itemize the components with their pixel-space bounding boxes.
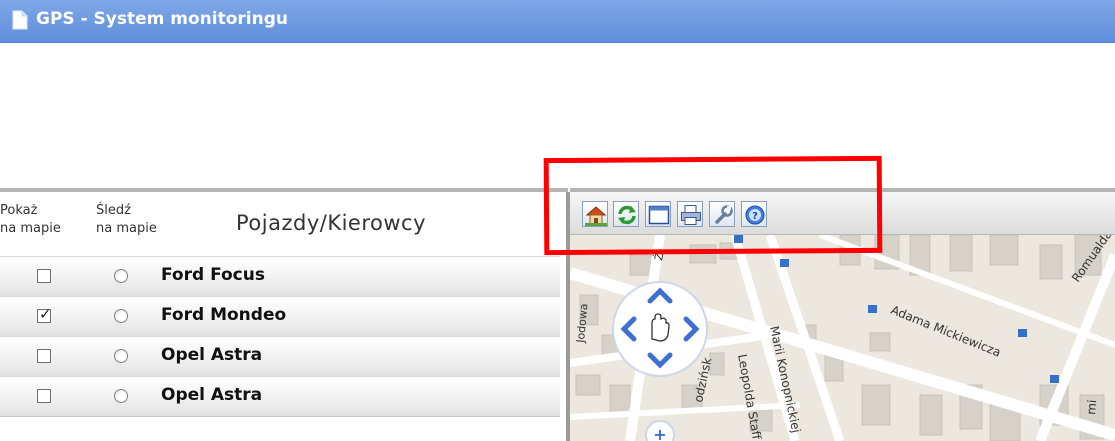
pan-control[interactable] [612,281,708,377]
header-vehicles-drivers: Pojazdy/Kierowcy [236,211,427,235]
vehicle-row: Ford Focus [0,256,560,297]
show-on-map-checkbox[interactable] [37,349,51,363]
map-view[interactable]: Adama Mickiewicza Marii Konopnickiej Leo… [570,235,1115,441]
vehicle-table-header: Pokaż na mapie Śledź na mapie Pojazdy/Ki… [0,192,568,256]
vehicle-row: Opel Astra [0,376,560,417]
vehicle-name[interactable]: Ford Focus [161,265,265,285]
zoom-in-button[interactable]: + [645,420,675,441]
vehicle-panel: Pokaż na mapie Śledź na mapie Pojazdy/Ki… [0,192,568,441]
track-on-map-radio[interactable] [114,309,128,323]
show-on-map-checkbox[interactable] [37,269,51,283]
header-track-on-map: Śledź na mapie [96,202,157,238]
window-title: GPS - System monitoringu [36,9,288,29]
show-on-map-checkbox[interactable] [37,389,51,403]
zoom-in-label: + [653,425,666,441]
title-bar: GPS - System monitoringu [0,0,1115,43]
show-on-map-checkbox[interactable]: ✓ [37,305,52,323]
vehicle-row: Opel Astra [0,336,560,377]
header-show-text: Pokaż na mapie [0,203,61,236]
street-label-rmi: mi [1084,399,1099,415]
highlight-box [543,155,883,256]
header-track-text: Śledź na mapie [96,203,157,236]
street-map: Adama Mickiewicza Marii Konopnickiej Leo… [570,235,1115,441]
document-icon [12,10,28,30]
vehicle-name[interactable]: Opel Astra [161,345,262,365]
header-show-on-map: Pokaż na mapie [0,202,61,238]
track-on-map-radio[interactable] [114,389,128,403]
track-on-map-radio[interactable] [114,269,128,283]
vehicle-name[interactable]: Ford Mondeo [161,305,286,325]
track-on-map-radio[interactable] [114,349,128,363]
vehicle-row: ✓ Ford Mondeo [0,296,560,337]
checkmark-icon: ✓ [39,305,52,323]
vehicle-name[interactable]: Opel Astra [161,385,262,405]
